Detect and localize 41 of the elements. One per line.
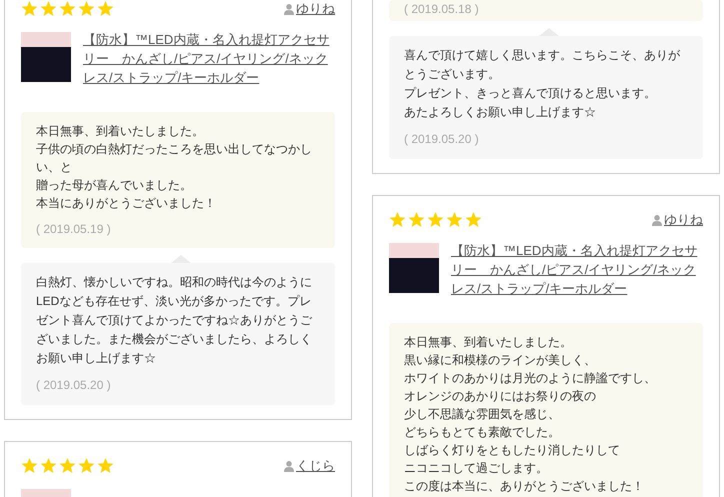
star-icon bbox=[40, 1, 57, 17]
review-text: 本日無事、到着いたしました。 bbox=[36, 123, 205, 140]
review-text: 黒い縁に和模様のラインが美しく、 bbox=[404, 352, 597, 369]
review-text: 本当にありがとうございました！ bbox=[36, 195, 217, 212]
reply-date: ( 2019.05.20 ) bbox=[36, 377, 112, 394]
star-icon bbox=[408, 212, 425, 228]
person-icon bbox=[652, 214, 662, 226]
star-icon bbox=[21, 458, 38, 474]
review-text: しばらく灯りをともしたり消したりして bbox=[404, 442, 621, 459]
star-icon bbox=[59, 1, 76, 17]
star-icon bbox=[389, 212, 406, 228]
review-date: ( 2019.05.18 ) bbox=[404, 1, 480, 18]
reply-text: 白熱灯、懐かしいですね。昭和の時代は今のようにLEDなども存在せず、淡い光が多かったです。プレゼント喜んで頂けてよかったですね☆ありがとうございました。また機会がございましたら、よろしくお願い申し上げます☆ bbox=[36, 274, 313, 367]
star-icon bbox=[40, 458, 57, 474]
product-link[interactable]: 【防水】™LED内蔵・名入れ提灯アクセサリー かんざし/ピアス/イヤリング/ネックレス/ストラップ/キーホルダー bbox=[451, 241, 703, 298]
star-icon bbox=[465, 212, 482, 228]
person-icon bbox=[284, 4, 294, 14]
review-text: オレンジのあかりにはお祭りの夜の bbox=[404, 388, 597, 405]
star-icon bbox=[97, 1, 114, 17]
review-text: 本日無事、到着いたしました。 bbox=[404, 334, 573, 351]
reply-text: あたよろしくお願い申し上げます☆ bbox=[404, 104, 597, 121]
person-icon bbox=[284, 460, 294, 472]
star-icon bbox=[21, 1, 38, 17]
star-icon bbox=[97, 458, 114, 474]
review-text: ホワイトのあかりは月光のように静謐ですし、 bbox=[404, 370, 657, 387]
review-text: 少し不思議な雰囲気を感じ、 bbox=[404, 406, 561, 423]
review-text: ニコニコして過ごします。 bbox=[404, 460, 549, 477]
review-text: この度は本当に、ありがとうございました！ bbox=[404, 478, 645, 495]
review-date: ( 2019.05.19 ) bbox=[36, 221, 112, 238]
reply-date: ( 2019.05.20 ) bbox=[404, 131, 480, 148]
reply-text: 喜んで頂けて嬉しく思います。こちらこそ、ありがとうございます。 bbox=[404, 47, 681, 83]
review-text: どちらもとても素敵でした。 bbox=[404, 424, 561, 441]
review-text: 贈った母が喜んでいました。 bbox=[36, 177, 193, 194]
star-icon bbox=[78, 458, 95, 474]
reply-text: プレゼント、きっと喜んで頂けると思います。 bbox=[404, 85, 657, 102]
star-icon bbox=[427, 212, 444, 228]
star-icon bbox=[446, 212, 463, 228]
star-icon bbox=[78, 1, 95, 17]
product-link[interactable]: 【防水】™LED内蔵・名入れ提灯アクセサリー かんざし/ピアス/イヤリング/ネックレス/ストラップ/キーホルダー bbox=[83, 30, 335, 87]
star-icon bbox=[59, 458, 76, 474]
review-text: 子供の頃の白熱灯だったころを思い出してなつかしい、と bbox=[36, 141, 313, 176]
